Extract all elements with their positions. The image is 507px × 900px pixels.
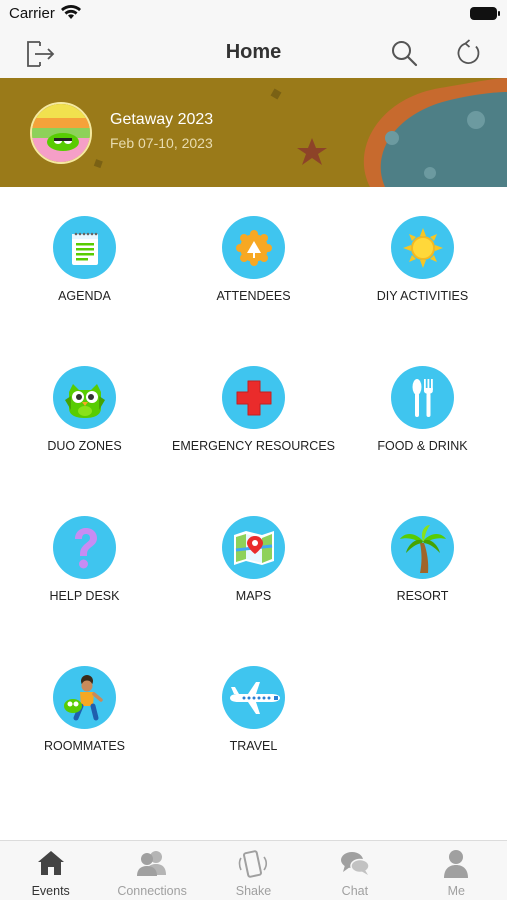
carrier-label: Carrier: [9, 5, 55, 22]
tab-events-icon-wrap: [0, 849, 101, 879]
tile-food-label: FOOD & DRINK: [377, 439, 468, 453]
sun-icon: [402, 227, 443, 268]
attendees-icon: [235, 229, 272, 266]
tile-diy-activities[interactable]: DIY ACTIVITIES: [338, 187, 507, 337]
tab-shake[interactable]: Shake: [203, 841, 304, 900]
tile-emergency-circle: [222, 366, 285, 429]
tile-maps-circle: [222, 516, 285, 579]
map-icon: [233, 530, 274, 565]
tile-attendees[interactable]: ATTENDEES: [169, 187, 338, 337]
tile-roommates-label: ROOMMATES: [43, 739, 126, 753]
status-bar: Carrier: [0, 0, 507, 28]
airplane-icon: [229, 681, 280, 714]
tile-travel[interactable]: TRAVEL: [169, 637, 338, 787]
chat-bubbles-icon: [340, 852, 370, 875]
people-icon: [137, 851, 167, 876]
tile-agenda[interactable]: AGENDA: [0, 187, 169, 337]
tile-diy-circle: [391, 216, 454, 279]
event-logo: [30, 102, 92, 164]
event-dates: Feb 07-10, 2023: [110, 135, 213, 151]
tab-events-label: Events: [31, 884, 70, 898]
house-icon: [37, 851, 64, 875]
tab-shake-label: Shake: [235, 884, 272, 898]
tile-duo-label: DUO ZONES: [47, 439, 122, 453]
tile-attendees-label: ATTENDEES: [216, 289, 291, 303]
tile-maps-label: MAPS: [235, 589, 272, 603]
tab-connections-label: Connections: [117, 884, 187, 898]
tile-resort-circle: [391, 516, 454, 579]
tab-chat-icon-wrap: [304, 849, 405, 879]
tab-events[interactable]: Events: [0, 841, 101, 900]
event-title: Getaway 2023: [110, 111, 214, 128]
tab-me-icon-wrap: [406, 849, 507, 879]
tab-connections[interactable]: Connections: [101, 841, 202, 900]
tab-bar: Events Connections Shake Chat Me: [0, 840, 507, 900]
palm-tree-icon: [399, 524, 446, 573]
person-icon: [444, 850, 469, 878]
tile-help-label: HELP DESK: [49, 589, 120, 603]
owl-icon: [64, 383, 105, 418]
search-button[interactable]: [387, 36, 421, 70]
roommates-icon: [63, 674, 103, 720]
tile-agenda-label: AGENDA: [58, 289, 111, 303]
tile-attendees-circle: [222, 216, 285, 279]
tile-maps[interactable]: MAPS: [169, 487, 338, 637]
tile-diy-label: DIY ACTIVITIES: [376, 289, 469, 303]
fork-knife-icon: [412, 378, 433, 417]
tile-resort[interactable]: RESORT: [338, 487, 507, 637]
tab-shake-icon-wrap: [203, 849, 304, 879]
tile-help-desk[interactable]: HELP DESK: [0, 487, 169, 637]
battery-icon: [470, 7, 500, 20]
event-banner[interactable]: Getaway 2023 Feb 07-10, 2023: [0, 78, 507, 187]
tile-emergency-resources[interactable]: EMERGENCY RESOURCES: [169, 337, 338, 487]
tab-me[interactable]: Me: [406, 841, 507, 900]
agenda-icon: [71, 232, 98, 265]
tile-emergency-label: EMERGENCY RESOURCES: [172, 439, 335, 453]
tile-food-drink[interactable]: FOOD & DRINK: [338, 337, 507, 487]
nav-bar: Home: [0, 28, 507, 78]
tile-duo-zones[interactable]: DUO ZONES: [0, 337, 169, 487]
refresh-button[interactable]: [452, 36, 486, 70]
tile-agenda-circle: [53, 216, 116, 279]
tile-food-circle: [391, 366, 454, 429]
tab-connections-icon-wrap: [101, 849, 202, 879]
tile-duo-circle: [53, 366, 116, 429]
refresh-icon: [457, 39, 480, 64]
tile-travel-label: TRAVEL: [229, 739, 278, 753]
tile-help-circle: [53, 516, 116, 579]
tab-chat[interactable]: Chat: [304, 841, 405, 900]
tile-resort-label: RESORT: [396, 589, 449, 603]
red-cross-icon: [236, 380, 271, 415]
tile-travel-circle: [222, 666, 285, 729]
wifi-icon: [61, 4, 81, 19]
tab-chat-label: Chat: [341, 884, 369, 898]
tab-me-label: Me: [447, 884, 465, 898]
tile-roommates-circle: [53, 666, 116, 729]
shake-phone-icon: [239, 850, 268, 878]
tile-roommates[interactable]: ROOMMATES: [0, 637, 169, 787]
page-title: Home: [225, 41, 282, 63]
question-mark-icon: [74, 527, 97, 568]
search-icon: [392, 41, 418, 67]
